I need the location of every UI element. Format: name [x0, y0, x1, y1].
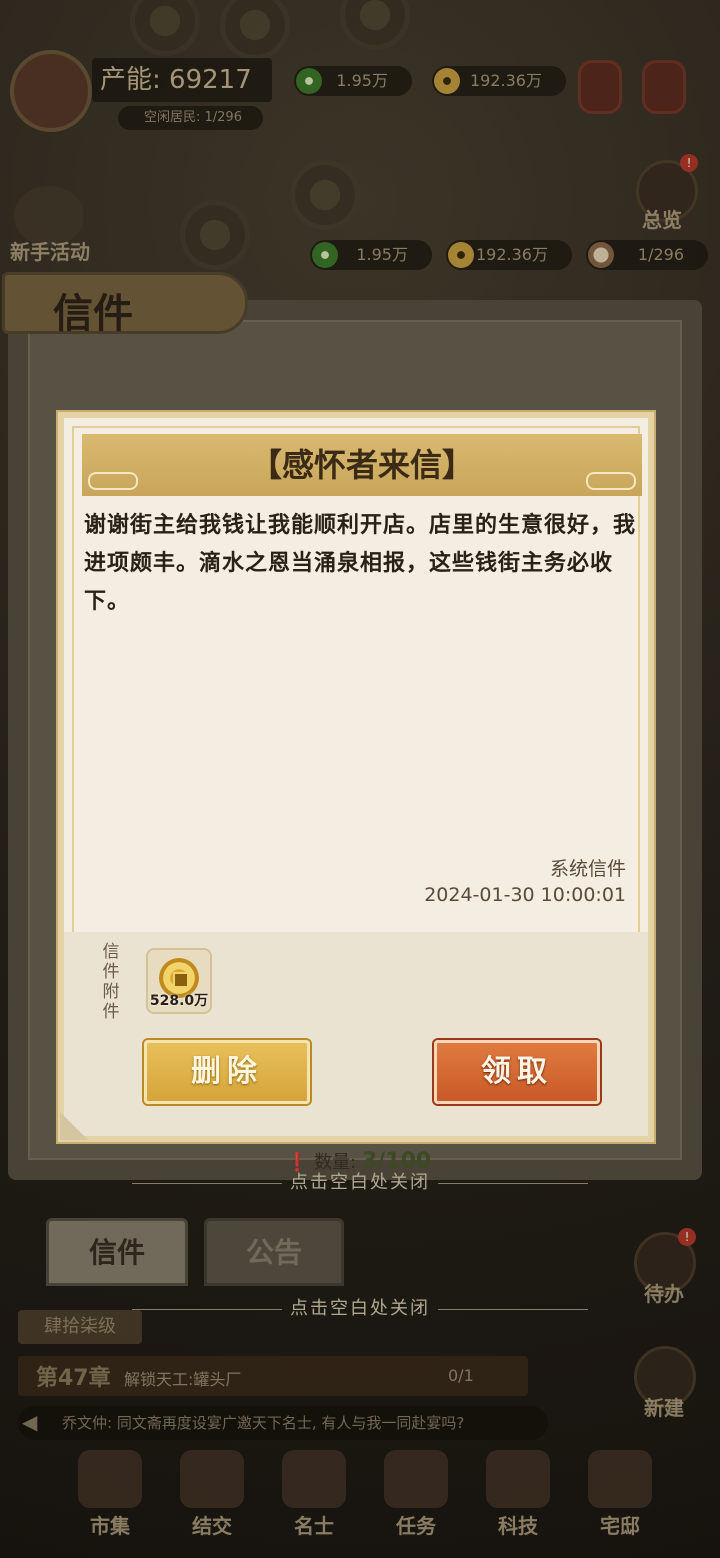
letter-sender: 系统信件	[549, 858, 626, 880]
claim-button[interactable]: 领取	[434, 1040, 600, 1104]
attachment-item[interactable]: 528.0万	[146, 948, 212, 1014]
attachment-quantity: 528.0万	[149, 993, 209, 1009]
delete-button[interactable]: 删除	[144, 1040, 310, 1104]
letter-body: 谢谢街主给我钱让我能顺利开店。店里的生意很好，我进项颇丰。滴水之恩当涌泉相报，这…	[84, 512, 637, 614]
letter-dialog: 【感怀者来信】 谢谢街主给我钱让我能顺利开店。店里的生意很好，我进项颇丰。滴水之…	[58, 412, 654, 1142]
page-corner-fold	[60, 1112, 88, 1140]
letter-title: 【感怀者来信】	[249, 446, 474, 484]
letter-header: 【感怀者来信】	[82, 434, 642, 496]
attachment-area: 信件附件 528.0万 删除 领取	[64, 932, 648, 1136]
letter-timestamp: 2024-01-30 10:00:01	[424, 884, 626, 906]
attachment-label: 信件附件	[102, 942, 120, 1022]
